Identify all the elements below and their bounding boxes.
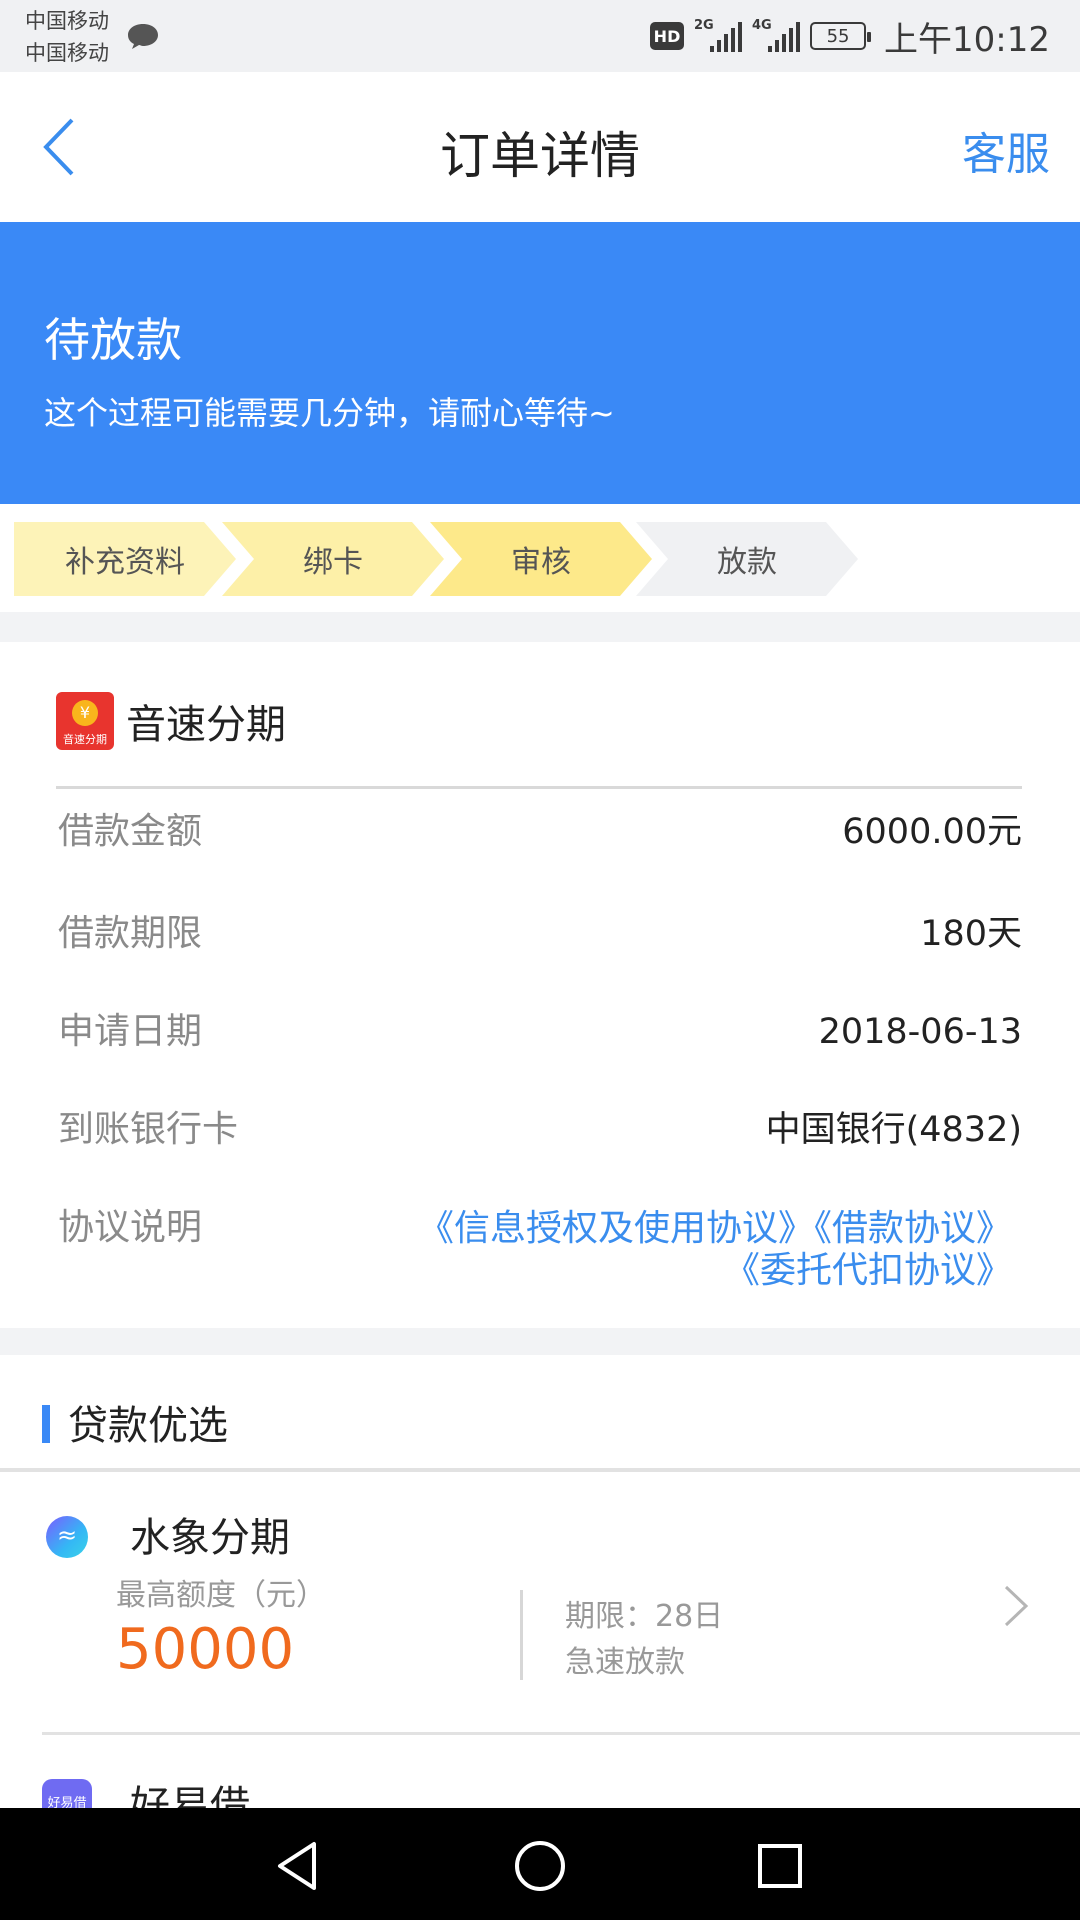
lender-logo-text: 音速分期	[63, 733, 107, 746]
order-status-title: 待放款	[44, 313, 182, 367]
nav-home-icon[interactable]	[510, 1836, 570, 1896]
loan-term: 期限：28日	[565, 1599, 724, 1634]
signal-icon-1: 2G	[694, 18, 743, 54]
info-row-loan-amount: 借款金额 6000.00元	[58, 802, 1022, 862]
info-label: 借款期限	[58, 913, 203, 954]
limit-label: 最高额度（元）	[116, 1578, 326, 1613]
info-value: 2018-06-13	[818, 1012, 1022, 1052]
info-value: 6000.00元	[842, 812, 1022, 852]
lender-logo: ¥ 音速分期	[56, 692, 114, 750]
yen-coin-icon: ¥	[72, 700, 98, 726]
info-label: 到账银行卡	[58, 1109, 239, 1150]
nav-recents-icon[interactable]	[750, 1836, 810, 1896]
status-banner: 待放款 这个过程可能需要几分钟，请耐心等待~	[0, 222, 1080, 504]
step-bind-card: 绑卡	[222, 522, 444, 596]
section-title: 贷款优选	[68, 1403, 228, 1449]
divider	[56, 786, 1022, 789]
hd-icon: HD	[650, 22, 685, 50]
chevron-right-icon[interactable]	[1000, 1583, 1030, 1629]
agreement-link-entrusted-deduction[interactable]: 《委托代扣协议》	[724, 1250, 1012, 1291]
info-value: 180天	[920, 914, 1022, 954]
status-bar: 中国移动 中国移动 HD 2G 4G 55 上午10:12	[0, 0, 1080, 72]
loan-tag: 急速放款	[565, 1645, 685, 1680]
info-label: 借款金额	[58, 811, 203, 852]
customer-service-button[interactable]: 客服	[962, 118, 1050, 182]
divider	[42, 1732, 1080, 1735]
info-value: 中国银行(4832)	[765, 1110, 1022, 1150]
progress-steps: 补充资料 绑卡 审核 放款	[0, 504, 1080, 612]
shuixiang-logo-icon	[46, 1516, 88, 1558]
step-label: 放款	[717, 545, 777, 580]
step-review: 审核	[430, 522, 652, 596]
step-label: 绑卡	[303, 545, 363, 580]
page-title: 订单详情	[440, 127, 640, 185]
battery-icon: 55	[810, 22, 872, 50]
loan-name: 水象分期	[130, 1515, 290, 1561]
nav-back-icon[interactable]	[270, 1836, 330, 1896]
step-supplement-info: 补充资料	[14, 522, 236, 596]
order-status-subtitle: 这个过程可能需要几分钟，请耐心等待~	[44, 394, 615, 432]
limit-value: 50000	[116, 1617, 295, 1682]
info-row-bank-card: 到账银行卡 中国银行(4832)	[58, 1100, 1022, 1160]
agreement-link-loan[interactable]: 《借款协议》	[814, 1208, 1012, 1249]
signal-icon-2: 4G	[752, 18, 801, 54]
lender-name: 音速分期	[126, 702, 286, 748]
step-label: 审核	[511, 545, 571, 580]
section-accent-bar	[42, 1405, 50, 1443]
carrier-label-2: 中国移动	[25, 41, 109, 65]
header: 订单详情 客服	[0, 72, 1080, 222]
info-row-loan-term: 借款期限 180天	[58, 904, 1022, 964]
step-label: 补充资料	[65, 545, 185, 580]
lender-brand: ¥ 音速分期 音速分期	[56, 692, 286, 750]
order-info-card: ¥ 音速分期 音速分期 借款金额 6000.00元 借款期限 180天 申请日期…	[0, 642, 1080, 1328]
info-label: 协议说明	[58, 1207, 203, 1248]
divider	[0, 1468, 1080, 1472]
system-nav-bar	[0, 1808, 1080, 1920]
screen: 中国移动 中国移动 HD 2G 4G 55 上午10:12 订单详情 客服 待放	[0, 0, 1080, 1920]
vertical-divider	[520, 1590, 523, 1680]
info-row-apply-date: 申请日期 2018-06-13	[58, 1002, 1022, 1062]
info-label: 申请日期	[58, 1011, 203, 1052]
clock: 上午10:12	[884, 19, 1050, 60]
status-icons: HD 2G 4G 55 上午10:12	[650, 14, 1050, 60]
carrier-label-1: 中国移动	[25, 9, 109, 33]
step-disburse: 放款	[636, 522, 858, 596]
agreement-links: 《信息授权及使用协议》《借款协议》 《委托代扣协议》	[418, 1208, 1012, 1292]
agreement-link-info-authorization[interactable]: 《信息授权及使用协议》	[418, 1208, 814, 1249]
message-icon	[128, 24, 158, 49]
